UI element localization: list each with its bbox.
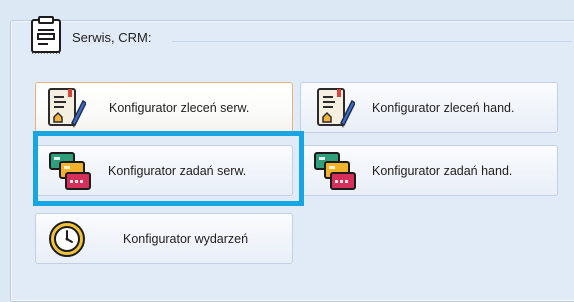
form-document-icon <box>31 16 61 54</box>
group-title: Serwis, CRM: <box>72 29 152 45</box>
konfigurator-zadan-serw-button[interactable]: Konfigurator zadań serw. <box>35 145 293 196</box>
button-label: Konfigurator zleceń serw. <box>109 101 250 115</box>
stacked-cards-icon <box>49 152 91 190</box>
stacked-cards-icon <box>314 152 356 190</box>
button-label: Konfigurator zadań hand. <box>372 164 513 178</box>
konfigurator-zlecen-serw-button[interactable]: Konfigurator zleceń serw. <box>35 82 293 133</box>
button-label: Konfigurator zadań serw. <box>108 164 247 178</box>
konfigurator-zadan-hand-button[interactable]: Konfigurator zadań hand. <box>300 145 558 196</box>
clock-icon <box>49 221 85 257</box>
konfigurator-zlecen-hand-button[interactable]: Konfigurator zleceń hand. <box>300 82 558 133</box>
document-pen-icon <box>317 88 355 128</box>
button-label: Konfigurator zleceń hand. <box>372 101 515 115</box>
document-pen-icon <box>48 88 86 128</box>
group-separator <box>172 41 572 42</box>
button-label: Konfigurator wydarzeń <box>123 232 249 246</box>
group-header: Serwis, CRM: <box>30 16 151 54</box>
konfigurator-wydarzen-button[interactable]: Konfigurator wydarzeń <box>35 213 293 264</box>
